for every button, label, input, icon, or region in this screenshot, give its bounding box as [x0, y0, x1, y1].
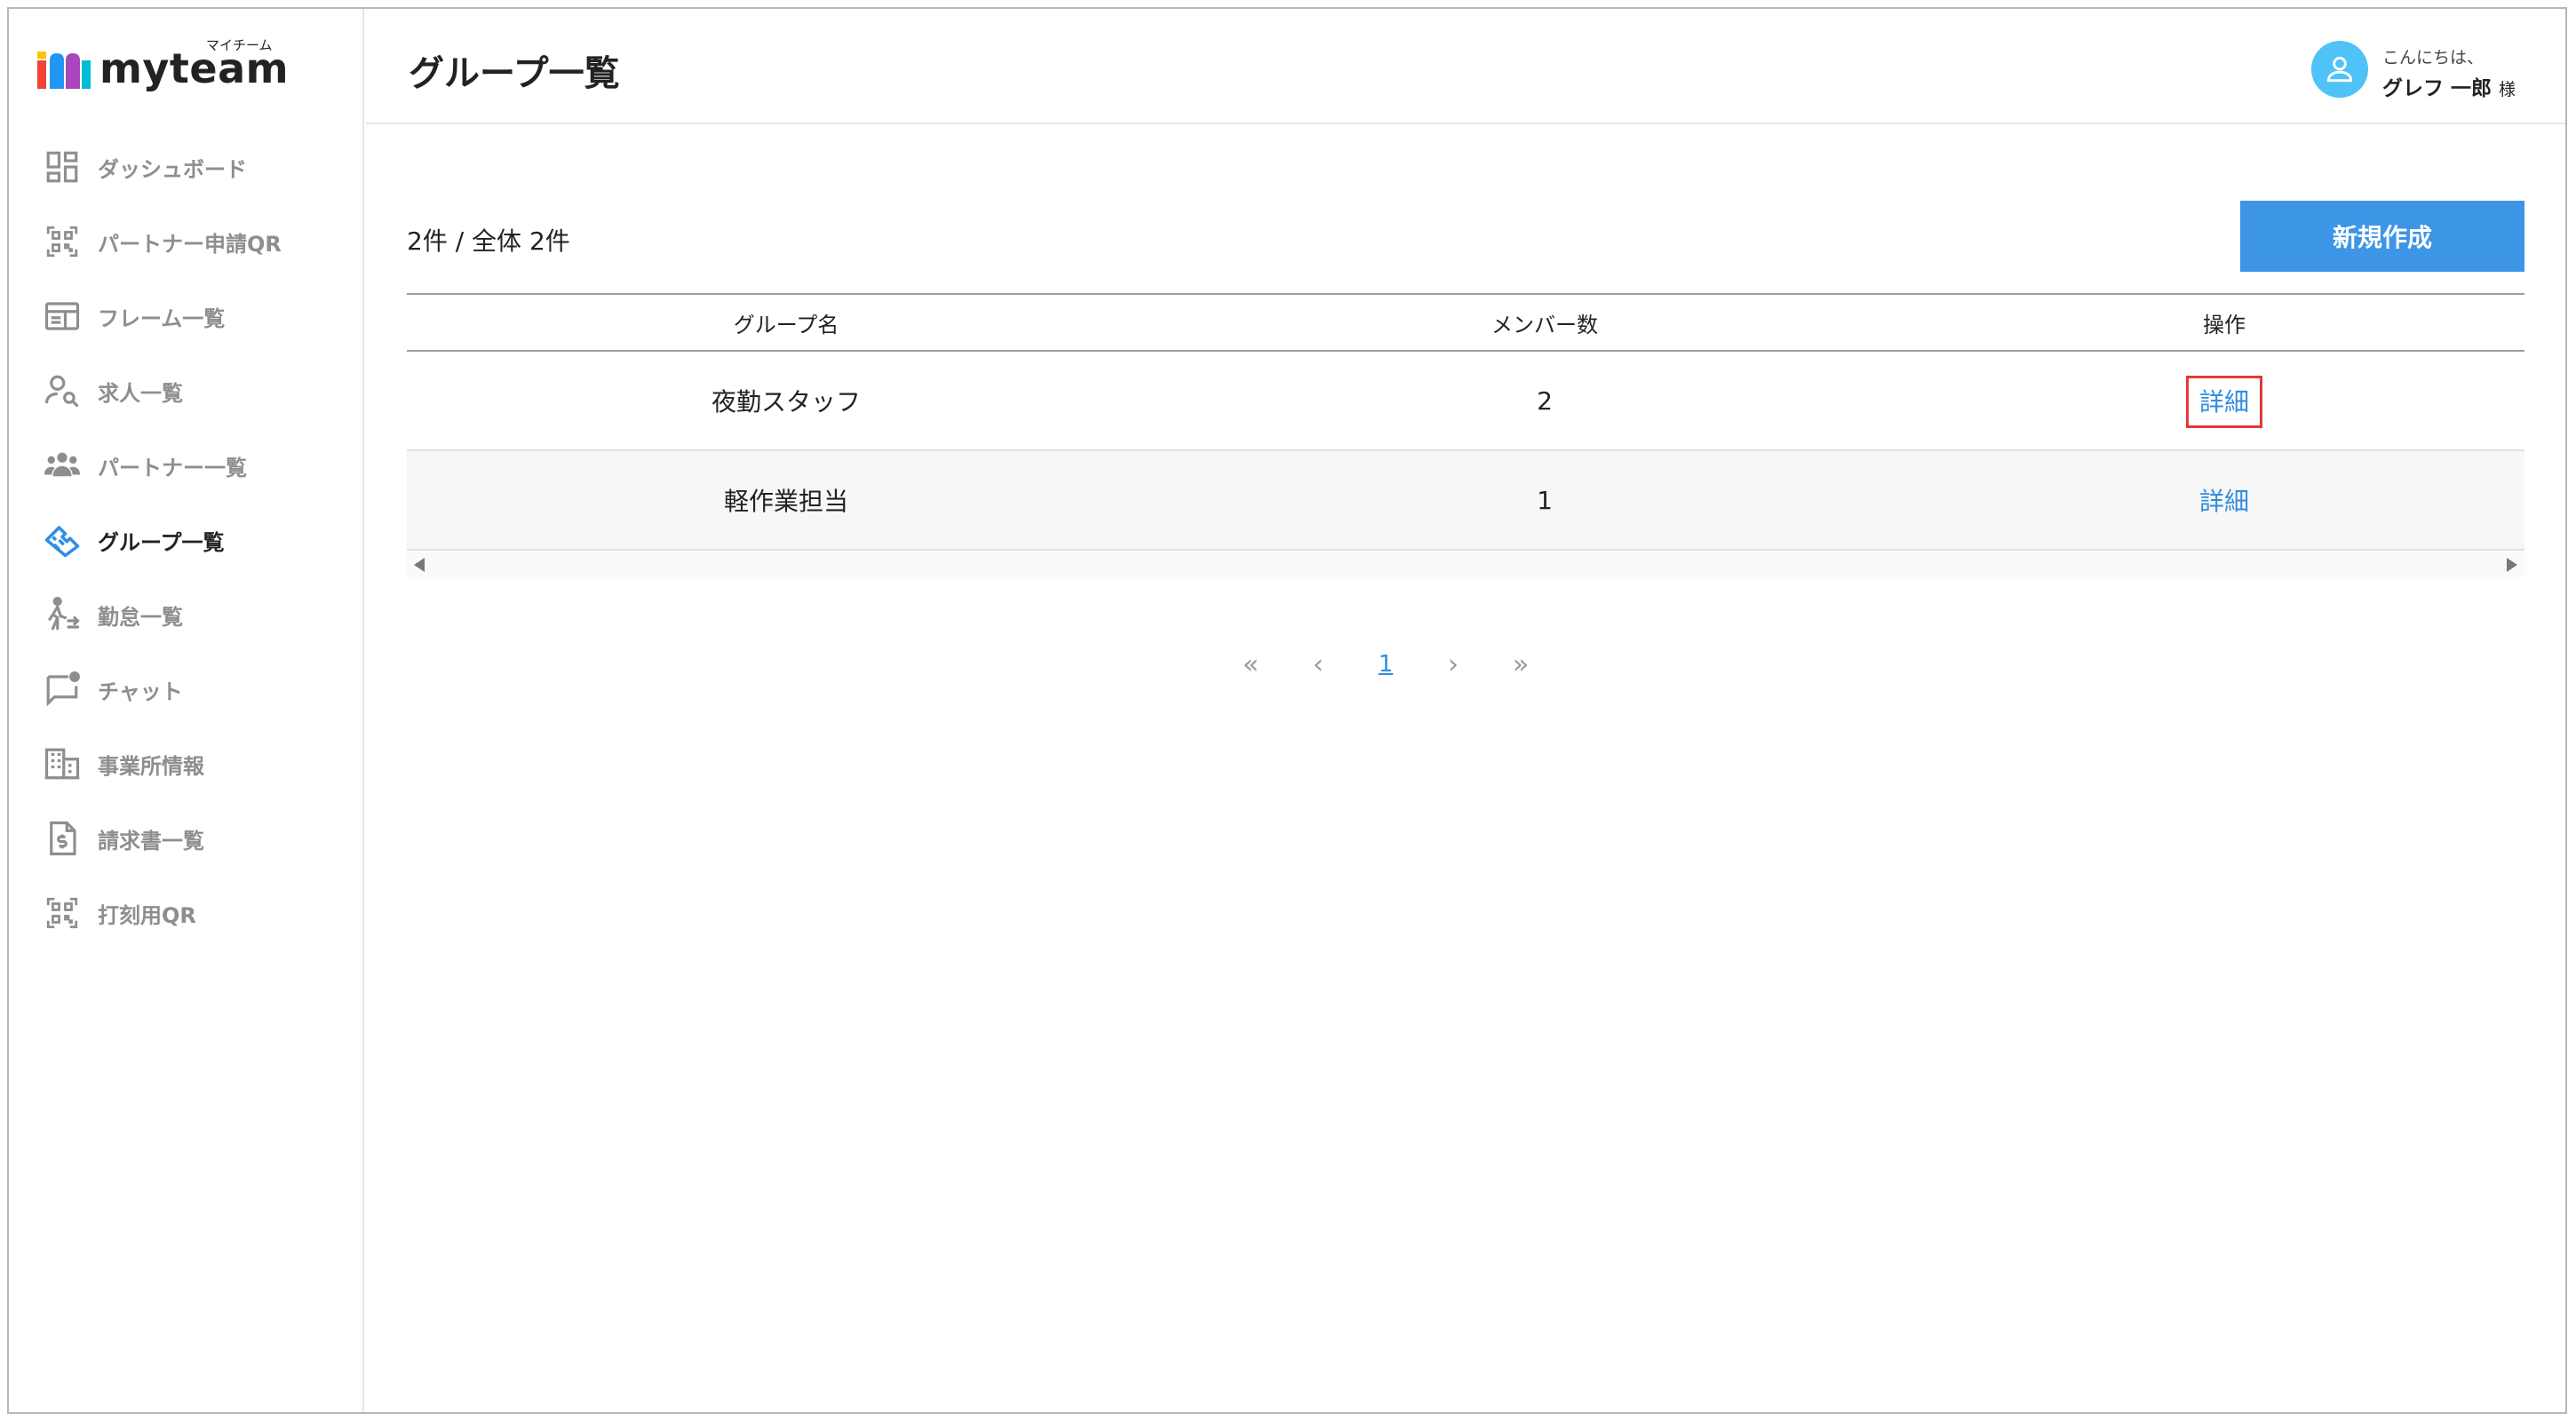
sidebar-item-label: 勤怠一覧 — [98, 604, 183, 630]
sidebar-item-label: パートナー申請QR — [98, 231, 282, 257]
sidebar-item-label: 求人一覧 — [98, 380, 183, 406]
column-header-actions: 操作 — [1924, 293, 2524, 352]
header: グループ一覧 こんにちは、 グレフ 一郎 様 — [366, 9, 2565, 124]
greeting-text: こんにちは、 — [2382, 48, 2485, 67]
page-title: グループ一覧 — [409, 53, 620, 94]
qr-code-icon — [41, 220, 83, 263]
cell-group-name: 軽作業担当 — [407, 450, 1165, 551]
sidebar-nav: ダッシュボード パートナー申請QR フレーム一覧 求人一覧 パートナー一覧 グル… — [9, 130, 362, 950]
app-window: マイチーム myteam ダッシュボード パートナー申請QR フレーム一覧 求人… — [7, 7, 2567, 1414]
table-row: 夜勤スタッフ 2 詳細 — [407, 351, 2524, 451]
walking-person-icon — [41, 593, 83, 636]
prev-page-button[interactable]: ‹ — [1300, 649, 1336, 680]
sidebar-item-jobs[interactable]: 求人一覧 — [9, 353, 362, 428]
sidebar-item-office[interactable]: 事業所情報 — [9, 726, 362, 801]
cell-actions: 詳細 — [1924, 450, 2524, 551]
first-page-button[interactable]: « — [1233, 649, 1268, 680]
column-header-member-count: メンバー数 — [1165, 293, 1924, 352]
sidebar-item-label: 請求書一覧 — [98, 828, 204, 853]
dashboard-icon — [41, 146, 83, 188]
user-menu[interactable]: こんにちは、 グレフ 一郎 様 — [2311, 36, 2524, 101]
sidebar-item-label: 打刻用QR — [98, 902, 196, 928]
sidebar-item-chat[interactable]: チャット — [9, 652, 362, 726]
logo[interactable]: マイチーム myteam — [37, 36, 339, 98]
group-table: グループ名 メンバー数 操作 夜勤スタッフ 2 詳細 軽作業担当 1 詳細 — [407, 293, 2524, 551]
qr-code-icon — [41, 892, 83, 934]
handshake-icon — [41, 519, 83, 561]
logo-mark-icon — [37, 52, 91, 89]
sidebar-item-punch-qr[interactable]: 打刻用QR — [9, 876, 362, 950]
new-create-button[interactable]: 新規作成 — [2240, 201, 2524, 272]
sidebar-item-label: フレーム一覧 — [98, 306, 226, 331]
table-row: 軽作業担当 1 詳細 — [407, 450, 2524, 551]
sidebar-item-partners[interactable]: パートナー一覧 — [9, 428, 362, 503]
sidebar-item-frames[interactable]: フレーム一覧 — [9, 279, 362, 353]
sidebar-item-attendance[interactable]: 勤怠一覧 — [9, 577, 362, 652]
column-header-group-name: グループ名 — [407, 293, 1165, 352]
sidebar-item-groups[interactable]: グループ一覧 — [9, 503, 362, 577]
invoice-icon — [41, 817, 83, 860]
horizontal-scrollbar[interactable] — [407, 551, 2524, 577]
user-name-text: グレフ 一郎 — [2382, 77, 2493, 100]
detail-link[interactable]: 詳細 — [2189, 478, 2260, 525]
frame-icon — [41, 295, 83, 337]
table-header-row: グループ名 メンバー数 操作 — [407, 293, 2524, 352]
user-icon — [2326, 56, 2353, 83]
user-name: グレフ 一郎 様 — [2382, 71, 2516, 101]
sidebar-item-dashboard[interactable]: ダッシュボード — [9, 130, 362, 204]
chat-icon — [41, 668, 83, 710]
cell-actions: 詳細 — [1924, 351, 2524, 451]
sidebar-item-label: ダッシュボード — [98, 156, 247, 182]
honorific: 様 — [2499, 80, 2516, 99]
group-table-container: グループ名 メンバー数 操作 夜勤スタッフ 2 詳細 軽作業担当 1 詳細 — [407, 293, 2524, 577]
cell-member-count: 2 — [1165, 351, 1924, 451]
result-count: 2件 / 全体 2件 — [407, 226, 570, 256]
building-icon — [41, 742, 83, 785]
scroll-left-icon[interactable] — [414, 558, 425, 572]
scroll-right-icon[interactable] — [2507, 558, 2517, 572]
next-page-button[interactable]: › — [1435, 649, 1471, 680]
sidebar-item-label: 事業所情報 — [98, 753, 204, 779]
last-page-button[interactable]: » — [1503, 649, 1538, 680]
page-number-current[interactable]: 1 — [1368, 651, 1403, 678]
sidebar-item-invoices[interactable]: 請求書一覧 — [9, 801, 362, 876]
sidebar-item-label: パートナー一覧 — [98, 455, 247, 480]
cell-group-name: 夜勤スタッフ — [407, 351, 1165, 451]
people-icon — [41, 444, 83, 487]
sidebar-item-label: グループ一覧 — [98, 529, 225, 555]
main-content: 2件 / 全体 2件 新規作成 グループ名 メンバー数 操作 夜勤スタッフ 2 — [366, 126, 2565, 1412]
detail-link[interactable]: 詳細 — [2185, 376, 2263, 428]
sidebar-item-label: チャット — [98, 679, 183, 704]
pagination: « ‹ 1 › » — [366, 638, 2565, 691]
avatar — [2311, 41, 2368, 98]
sidebar: マイチーム myteam ダッシュボード パートナー申請QR フレーム一覧 求人… — [9, 9, 364, 1412]
person-search-icon — [41, 369, 83, 412]
logo-text: myteam — [99, 44, 290, 92]
cell-member-count: 1 — [1165, 450, 1924, 551]
sidebar-item-partner-qr[interactable]: パートナー申請QR — [9, 204, 362, 279]
